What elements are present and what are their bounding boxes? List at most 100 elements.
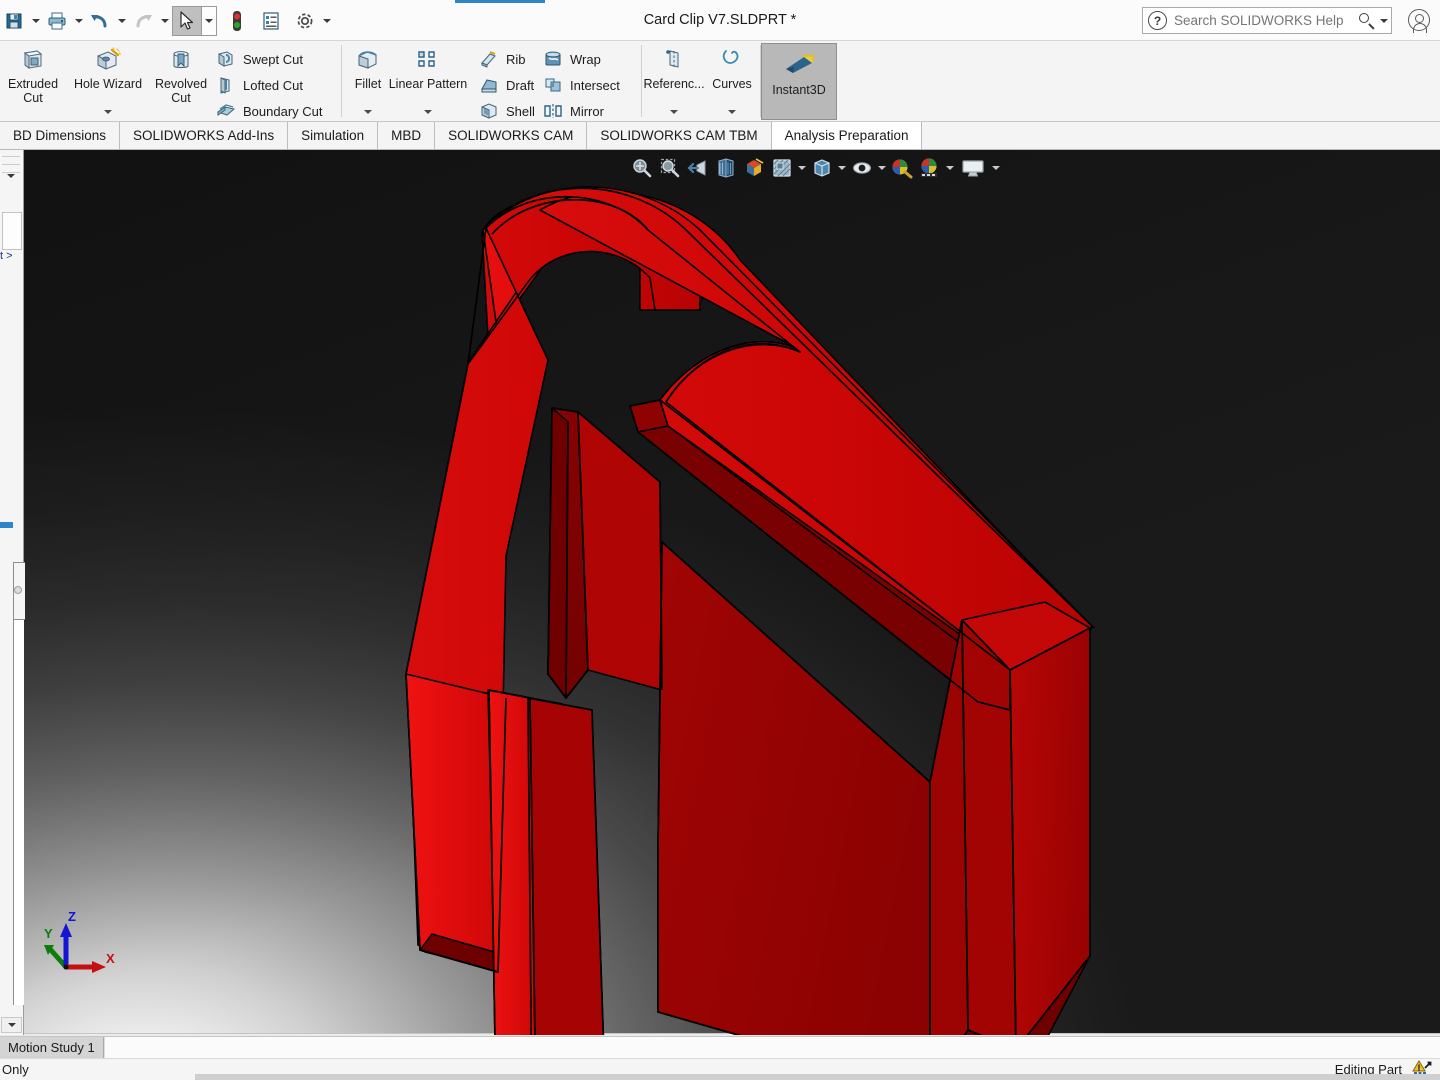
search-icon[interactable]	[1357, 11, 1377, 31]
hole-wizard-button[interactable]: Hole Wizard	[66, 41, 150, 119]
tab-mbd[interactable]: MBD	[378, 122, 435, 149]
graphics-viewport[interactable]: Y Z X	[0, 150, 1440, 1035]
view-settings-icon[interactable]	[957, 155, 989, 181]
inner-prong-face	[578, 412, 662, 690]
motion-study-empty	[104, 1037, 1440, 1058]
curves-icon	[719, 46, 745, 74]
panel-flyout-handle-icon[interactable]	[14, 586, 22, 594]
intersect-icon	[542, 74, 564, 96]
panel-divider-1	[2, 156, 20, 157]
panel-bottom-scroll[interactable]	[1, 1017, 22, 1033]
panel-divider-2	[2, 164, 20, 165]
extruded-cut-button[interactable]: Extruded Cut	[1, 41, 65, 119]
lofted-cut-icon	[215, 74, 237, 96]
revolved-cut-icon	[168, 46, 194, 74]
draft-icon	[478, 74, 500, 96]
svg-text:Z: Z	[68, 909, 76, 924]
linear-pattern-button[interactable]: Linear Pattern	[382, 41, 474, 119]
view-settings-dropdown-icon[interactable]	[990, 155, 1002, 181]
hide-show-box-dropdown-icon[interactable]	[836, 155, 848, 181]
tab-solidworks-cam-tbm[interactable]: SOLIDWORKS CAM TBM	[587, 122, 771, 149]
zoom-to-fit-icon[interactable]	[629, 155, 655, 181]
swept-cut-icon	[215, 48, 237, 70]
title-bar: Card Clip V7.SLDPRT * ?	[0, 0, 1440, 41]
command-manager-tabs: BD Dimensions SOLIDWORKS Add-Ins Simulat…	[0, 122, 1440, 150]
ribbon-toolbar: Extruded Cut Hole Wizard	[0, 41, 1440, 122]
rib-button[interactable]: Rib	[476, 46, 541, 72]
intersect-label: Intersect	[570, 78, 620, 93]
motion-study-bar: Motion Study 1	[0, 1036, 1440, 1058]
reference-geometry-button[interactable]: Referenc...	[644, 41, 704, 119]
revolved-cut-button[interactable]: Revolved Cut	[150, 41, 212, 119]
swept-cut-button[interactable]: Swept Cut	[213, 46, 329, 72]
hole-wizard-dropdown-icon[interactable]	[104, 110, 112, 114]
draft-button[interactable]: Draft	[476, 72, 541, 98]
apply-scene-icon[interactable]	[917, 155, 943, 181]
apply-scene-dropdown-icon[interactable]	[944, 155, 956, 181]
right-edge-inner	[962, 620, 1016, 1035]
hole-wizard-icon	[94, 46, 122, 74]
instant3d-button[interactable]: Instant3D	[761, 43, 837, 120]
motion-study-tab[interactable]: Motion Study 1	[0, 1037, 104, 1058]
triad-z-axis: Z	[60, 909, 76, 967]
boundary-cut-button[interactable]: Boundary Cut	[213, 98, 329, 124]
svg-text:Y: Y	[44, 926, 53, 941]
hide-show-dropdown-icon[interactable]	[876, 155, 888, 181]
boundary-cut-icon	[215, 100, 237, 122]
view-orientation-icon[interactable]	[741, 155, 767, 181]
feature-column-b: Wrap Intersect	[540, 41, 626, 124]
lofted-cut-button[interactable]: Lofted Cut	[213, 72, 329, 98]
second-prong-lower	[528, 698, 606, 1035]
display-style-dropdown-icon[interactable]	[796, 155, 808, 181]
feature-column-a: Rib Draft S	[476, 41, 541, 124]
search-input[interactable]	[1167, 12, 1357, 29]
feature-tree-box[interactable]	[2, 212, 22, 250]
intersect-button[interactable]: Intersect	[540, 72, 626, 98]
extruded-cut-label-1: Extruded	[8, 77, 58, 91]
edit-appearance-icon[interactable]	[889, 155, 915, 181]
account-icon[interactable]	[1408, 9, 1432, 33]
curves-label: Curves	[712, 77, 752, 91]
fillet-icon	[355, 46, 381, 74]
feature-manager-panel[interactable]: t >	[0, 150, 24, 1035]
reference-geometry-icon	[661, 46, 687, 74]
display-style-icon[interactable]	[769, 155, 795, 181]
revolved-cut-label-1: Revolved	[155, 77, 207, 91]
shell-button[interactable]: Shell	[476, 98, 541, 124]
mirror-button[interactable]: Mirror	[540, 98, 626, 124]
tab-bd-dimensions[interactable]: BD Dimensions	[0, 122, 120, 149]
fillet-dropdown-icon[interactable]	[364, 110, 372, 114]
hole-wizard-label: Hole Wizard	[74, 77, 142, 91]
previous-view-icon[interactable]	[685, 155, 711, 181]
instant3d-label: Instant3D	[772, 83, 826, 97]
hide-show-items-box-icon[interactable]	[809, 155, 835, 181]
search-dropdown-icon[interactable]	[1377, 19, 1391, 23]
wrap-button[interactable]: Wrap	[540, 46, 626, 72]
section-view-icon[interactable]	[713, 155, 739, 181]
feature-tree-label: t >	[0, 250, 13, 262]
reference-geometry-dropdown-icon[interactable]	[670, 110, 678, 114]
zoom-to-area-icon[interactable]	[657, 155, 683, 181]
ribbon-separator-2	[641, 45, 642, 117]
panel-accent-marker	[0, 522, 13, 528]
help-search-box[interactable]: ?	[1142, 7, 1392, 34]
linear-pattern-dropdown-icon[interactable]	[424, 110, 432, 114]
tab-simulation[interactable]: Simulation	[288, 122, 378, 149]
tab-solidworks-cam[interactable]: SOLIDWORKS CAM	[435, 122, 587, 149]
mirror-label: Mirror	[570, 104, 604, 119]
hide-show-items-icon[interactable]	[849, 155, 875, 181]
tab-solidworks-add-ins[interactable]: SOLIDWORKS Add-Ins	[120, 122, 288, 149]
fillet-label: Fillet	[355, 77, 381, 91]
boundary-cut-label: Boundary Cut	[243, 104, 323, 119]
curves-dropdown-icon[interactable]	[728, 110, 736, 114]
curves-button[interactable]: Curves	[706, 41, 758, 119]
coordinate-triad: Y Z X	[28, 905, 128, 985]
card-clip-3d-model[interactable]	[0, 150, 1440, 1035]
swept-cut-label: Swept Cut	[243, 52, 303, 67]
panel-collapse-icon[interactable]	[7, 178, 15, 196]
solidworks-window: Card Clip V7.SLDPRT * ? Extruded Cut	[0, 0, 1440, 1080]
extruded-cut-label-2: Cut	[23, 91, 42, 105]
horizontal-scrollbar[interactable]	[195, 1074, 1440, 1080]
tab-analysis-preparation[interactable]: Analysis Preparation	[772, 122, 923, 149]
revolved-cut-label-2: Cut	[171, 91, 190, 105]
